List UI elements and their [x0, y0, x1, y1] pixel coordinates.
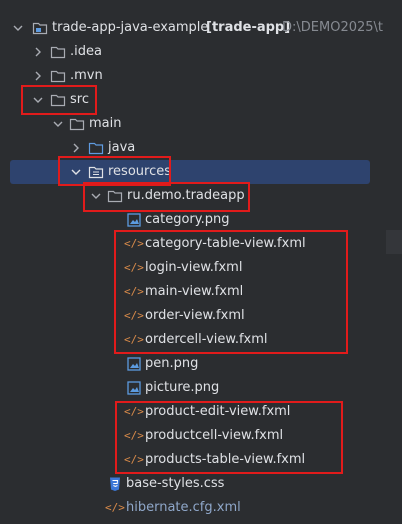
file-label: picture.png — [145, 380, 220, 395]
project-tree: trade-app-java-example [trade-app] D:\DE… — [0, 0, 402, 524]
chevron-down-icon[interactable] — [52, 118, 64, 130]
folder-icon — [50, 70, 66, 83]
image-file-icon — [127, 357, 141, 371]
chevron-right-icon[interactable] — [70, 142, 82, 154]
root-path: D:\DEMO2025\t — [282, 20, 384, 35]
tree-row-xml-file[interactable]: </> hibernate.cfg.xml — [0, 496, 260, 520]
chevron-right-icon[interactable] — [32, 70, 44, 82]
tree-row-main[interactable]: main — [0, 112, 200, 136]
highlight-box-fxml-group-1 — [114, 230, 348, 354]
folder-icon — [50, 46, 66, 59]
tree-row-root[interactable]: trade-app-java-example [trade-app] D:\DE… — [0, 16, 402, 40]
chevron-down-icon[interactable] — [12, 22, 24, 34]
tree-row-idea[interactable]: .idea — [0, 40, 200, 64]
highlight-box-package — [83, 182, 250, 212]
folder-icon — [69, 118, 85, 131]
image-file-icon — [127, 213, 141, 227]
tree-row-file[interactable]: pen.png — [0, 352, 260, 376]
root-project-name: trade-app-java-example — [52, 20, 209, 35]
tree-row-css-file[interactable]: base-styles.css — [0, 472, 260, 496]
tree-row-file[interactable]: picture.png — [0, 376, 260, 400]
file-label: pen.png — [145, 356, 199, 371]
css-file-icon — [110, 477, 120, 491]
source-folder-icon — [88, 142, 104, 155]
scrollbar-thumb[interactable] — [386, 230, 402, 254]
highlight-box-fxml-group-2 — [115, 401, 343, 474]
highlight-box-src — [21, 85, 97, 115]
image-file-icon — [127, 381, 141, 395]
tree-row-resources[interactable]: resources — [0, 160, 370, 184]
file-label-hibernate: hibernate.cfg.xml — [126, 500, 241, 515]
root-module-name: [trade-app] — [206, 20, 291, 35]
folder-label-main: main — [89, 116, 122, 131]
module-folder-icon — [32, 22, 48, 35]
file-label-css: base-styles.css — [126, 476, 225, 491]
folder-label-idea: .idea — [70, 44, 102, 59]
xml-file-icon: </> — [105, 501, 125, 514]
chevron-right-icon[interactable] — [32, 46, 44, 58]
